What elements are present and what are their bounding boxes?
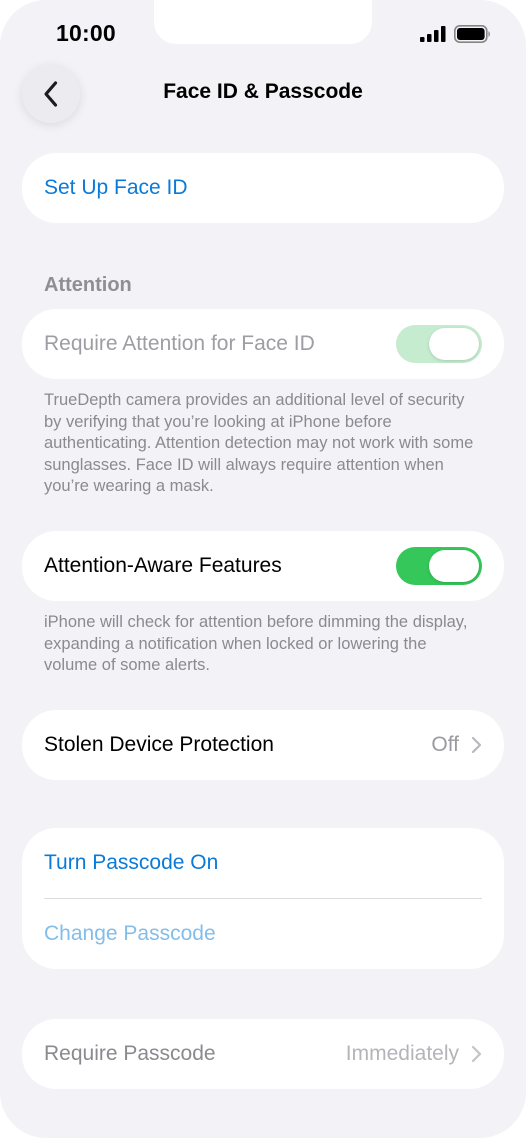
chevron-right-icon [471,736,482,754]
stolen-device-value: Off [431,733,459,756]
stolen-device-row[interactable]: Stolen Device Protection Off [22,710,504,780]
set-up-face-id-label: Set Up Face ID [44,176,188,199]
attention-aware-row: Attention-Aware Features [22,531,504,601]
require-attention-card: Require Attention for Face ID [22,309,504,379]
stolen-device-label: Stolen Device Protection [44,733,274,756]
battery-icon [454,25,490,43]
stolen-device-card: Stolen Device Protection Off [22,710,504,780]
cellular-signal-icon [420,26,446,42]
change-passcode-label: Change Passcode [44,922,216,945]
require-passcode-value: Immediately [345,1042,459,1065]
passcode-card: Turn Passcode On Change Passcode [22,828,504,969]
page-title: Face ID & Passcode [163,80,363,103]
require-attention-label: Require Attention for Face ID [44,332,315,355]
toggle-knob [429,328,479,360]
require-passcode-card: Require Passcode Immediately [22,1019,504,1089]
notch [154,0,372,44]
require-attention-row: Require Attention for Face ID [22,309,504,379]
change-passcode-row: Change Passcode [22,899,504,969]
turn-passcode-on-label: Turn Passcode On [44,851,219,874]
attention-footer: TrueDepth camera provides an additional … [44,391,474,495]
set-up-face-id-row[interactable]: Set Up Face ID [22,153,504,223]
attention-aware-label: Attention-Aware Features [44,554,282,577]
attention-aware-card: Attention-Aware Features [22,531,504,601]
require-attention-toggle[interactable] [396,325,482,363]
turn-passcode-on-row[interactable]: Turn Passcode On [22,828,504,898]
phone-screen: 10:00 Face ID & Passcode Set Up Face ID … [0,0,526,1138]
attention-aware-footer: iPhone will check for attention before d… [44,613,468,674]
attention-aware-toggle[interactable] [396,547,482,585]
require-passcode-label: Require Passcode [44,1042,216,1065]
chevron-right-icon [471,1045,482,1063]
face-id-card: Set Up Face ID [22,153,504,223]
attention-section-header: Attention [44,274,132,296]
toggle-knob [429,550,479,582]
status-time: 10:00 [56,20,116,46]
require-passcode-row: Require Passcode Immediately [22,1019,504,1089]
